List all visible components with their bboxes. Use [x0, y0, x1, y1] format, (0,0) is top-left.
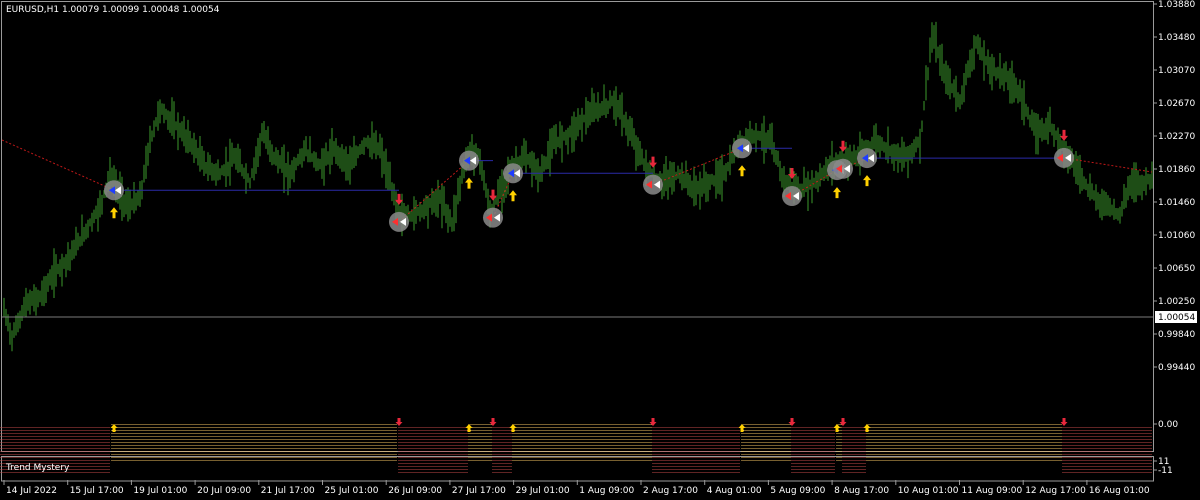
price-tick-label: 1.00650: [1158, 264, 1195, 274]
current-price-label: 1.00054: [1158, 313, 1195, 323]
price-tick-label: 1.02670: [1158, 99, 1195, 109]
time-tick-label: 12 Aug 17:00: [1025, 486, 1086, 496]
price-tick-label: 1.03070: [1158, 66, 1195, 76]
time-tick-label: 10 Aug 01:00: [898, 486, 959, 496]
price-tick-label: 1.02270: [1158, 132, 1195, 142]
time-tick-label: 4 Aug 01:00: [707, 486, 762, 496]
price-tick-label: 1.00250: [1158, 297, 1195, 307]
time-tick-label: 8 Aug 17:00: [834, 486, 889, 496]
trading-chart[interactable]: EURUSD,H1 1.00079 1.00099 1.00048 1.0005…: [0, 0, 1200, 500]
time-tick-label: 19 Jul 01:00: [133, 486, 187, 496]
time-tick-label: 29 Jul 01:00: [516, 486, 570, 496]
time-tick-label: 16 Aug 01:00: [1089, 486, 1150, 496]
price-tick-label: 1.01860: [1158, 165, 1195, 175]
time-tick-label: 20 Jul 09:00: [197, 486, 251, 496]
time-tick-label: 25 Jul 01:00: [325, 486, 379, 496]
price-tick-label: 0.99840: [1158, 330, 1195, 340]
time-tick-label: 21 Jul 17:00: [261, 486, 315, 496]
indicator-title: Trend Mystery: [5, 463, 70, 473]
symbol-header: EURUSD,H1 1.00079 1.00099 1.00048 1.0005…: [6, 5, 220, 15]
time-tick-label: 2 Aug 17:00: [643, 486, 698, 496]
price-tick-label: 1.03880: [1158, 0, 1195, 10]
time-tick-label: 26 Jul 09:00: [388, 486, 442, 496]
time-tick-label: 15 Jul 17:00: [70, 486, 124, 496]
time-tick-label: 14 Jul 2022: [6, 486, 57, 496]
indicator-tick-label: -11: [1158, 466, 1173, 476]
price-tick-label: 1.03480: [1158, 33, 1195, 43]
time-tick-label: 1 Aug 09:00: [579, 486, 634, 496]
indicator-tick-label: 0.00: [1158, 420, 1178, 430]
time-tick-label: 11 Aug 09:00: [962, 486, 1023, 496]
price-tick-label: 1.01060: [1158, 231, 1195, 241]
time-tick-label: 5 Aug 09:00: [770, 486, 825, 496]
price-tick-label: 1.01460: [1158, 198, 1195, 208]
price-tick-label: 0.99440: [1158, 363, 1195, 373]
time-tick-label: 27 Jul 17:00: [452, 486, 506, 496]
